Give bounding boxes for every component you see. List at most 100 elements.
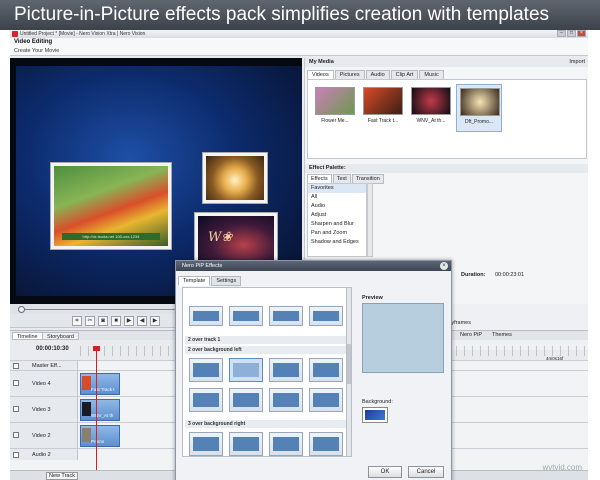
background-picker[interactable]	[362, 407, 388, 423]
effect-category-favorites[interactable]: Favorites	[308, 184, 366, 193]
template-group-header[interactable]: 3 over background right	[185, 420, 349, 428]
dialog-close-icon[interactable]: ×	[440, 262, 448, 270]
template-tile[interactable]	[229, 388, 263, 412]
mute-icon[interactable]	[13, 452, 19, 458]
step-back-icon[interactable]: ◀	[137, 316, 147, 326]
effect-category-shadow[interactable]: Shadow and Edges	[308, 238, 366, 247]
track-header: Video 2	[10, 423, 78, 448]
close-icon[interactable]: ×	[577, 30, 586, 37]
site-watermark: wvtvid.com	[542, 463, 582, 472]
template-tile-selected[interactable]	[229, 358, 263, 382]
template-preview-shape	[313, 363, 339, 377]
media-thumbnail	[460, 88, 500, 116]
pip-caption: http://ck.tsuda.net 100-xxx-1234	[62, 233, 160, 240]
my-media-title: My Media	[309, 59, 334, 65]
visibility-icon[interactable]	[13, 432, 19, 438]
cancel-button[interactable]: Cancel	[408, 466, 444, 478]
camera-icon[interactable]: ◙	[98, 316, 108, 326]
media-thumbnail	[363, 87, 403, 115]
maximize-icon[interactable]: □	[567, 30, 576, 37]
pip-effects-dialog: Nero PiP Effects × Template Settings 2 o…	[175, 260, 452, 480]
template-tile[interactable]	[309, 306, 343, 326]
stop-icon[interactable]: ■	[111, 316, 121, 326]
track-header: Audio 2	[10, 449, 78, 460]
step-forward-icon[interactable]: ▶	[150, 316, 160, 326]
duration-value: 00:00:23:01	[495, 272, 525, 278]
title-card-image: W❀	[198, 216, 274, 264]
themes-button[interactable]: Themes	[492, 330, 512, 340]
template-tile[interactable]	[309, 388, 343, 412]
effect-category-sharpen[interactable]: Sharpen and Blur	[308, 220, 366, 229]
template-tile[interactable]	[189, 388, 223, 412]
dialog-title: Nero PiP Effects	[182, 263, 223, 269]
tab-storyboard[interactable]: Storyboard	[42, 332, 79, 340]
expand-icon[interactable]	[13, 363, 19, 369]
visibility-icon[interactable]	[13, 380, 19, 386]
template-preview-shape	[273, 437, 299, 451]
scrollbar-thumb[interactable]	[347, 344, 351, 384]
template-preview-shape	[233, 363, 259, 377]
media-item[interactable]: Flower Me...	[312, 84, 358, 132]
template-tile[interactable]	[309, 432, 343, 456]
effect-category-adjust[interactable]: Adjust	[308, 211, 366, 220]
tab-timeline[interactable]: Timeline	[12, 332, 43, 340]
template-tile[interactable]	[189, 358, 223, 382]
tab-settings[interactable]: Settings	[211, 276, 242, 286]
template-tile[interactable]	[309, 358, 343, 382]
minimize-icon[interactable]: –	[557, 30, 566, 37]
template-tile[interactable]	[269, 388, 303, 412]
ok-button[interactable]: OK	[368, 466, 402, 478]
play-icon[interactable]: ▶	[124, 316, 134, 326]
effect-category-audio[interactable]: Audio	[308, 202, 366, 211]
timeline-clip[interactable]: Promo	[80, 425, 120, 447]
media-item-label: Flower Me...	[321, 118, 349, 124]
template-preview-shape	[193, 311, 219, 321]
scrub-handle[interactable]	[18, 306, 25, 313]
template-group-header[interactable]: 2 over track 1	[185, 336, 349, 344]
template-tile[interactable]	[269, 306, 303, 326]
nero-pip-button[interactable]: Nero PiP	[460, 330, 482, 340]
template-tile[interactable]	[189, 306, 223, 326]
section-title: Video Editing	[14, 39, 53, 45]
track-name: Video 2	[32, 433, 51, 439]
media-item[interactable]: Fast Track t...	[360, 84, 406, 132]
effect-list-scrollbar[interactable]	[367, 183, 373, 257]
window-controls: – □ ×	[557, 30, 586, 38]
template-preview-shape	[233, 311, 259, 321]
template-list-scrollbar[interactable]	[346, 287, 352, 457]
template-preview-shape	[313, 437, 339, 451]
pip-frame-main: http://ck.tsuda.net 100-xxx-1234	[50, 162, 172, 250]
import-button[interactable]: Import	[569, 58, 585, 67]
visibility-icon[interactable]	[13, 406, 19, 412]
timeline-clip[interactable]: WNV_At th	[80, 399, 120, 421]
media-item-label: Dft_Promo...	[464, 119, 494, 125]
effect-category-list: Favorites All Audio Adjust Sharpen and B…	[307, 183, 367, 257]
pip-frame-top	[202, 152, 268, 204]
duration-label: Duration:	[461, 272, 486, 278]
template-preview-shape	[193, 393, 219, 407]
crop-icon[interactable]: ⌗	[72, 316, 82, 326]
media-item[interactable]: WNV_At th...	[408, 84, 454, 132]
window-title: Untitled Project * [Movie] - Nero Vision…	[20, 31, 146, 37]
template-tile[interactable]	[229, 432, 263, 456]
effect-category-pan-zoom[interactable]: Pan and Zoom	[308, 229, 366, 238]
media-item-selected[interactable]: Dft_Promo...	[456, 84, 502, 132]
new-track-button[interactable]: New Track	[46, 472, 78, 480]
timeline-clip[interactable]: Fast Track t	[80, 373, 120, 395]
template-tile[interactable]	[189, 432, 223, 456]
template-group-header[interactable]: 2 over background left	[185, 346, 349, 354]
template-preview-shape	[193, 363, 219, 377]
nero-vision-window: Untitled Project * [Movie] - Nero Vision…	[10, 30, 588, 480]
clip-label: Promo	[91, 439, 105, 444]
track-header: Master Eff...	[10, 361, 78, 370]
media-grid: Flower Me... Fast Track t... WNV_At th..…	[307, 79, 587, 159]
timeline-timecode: 00:00:10:30	[36, 346, 69, 352]
effect-category-all[interactable]: All	[308, 193, 366, 202]
split-icon[interactable]: ✂	[85, 316, 95, 326]
template-tile[interactable]	[269, 358, 303, 382]
template-tile[interactable]	[229, 306, 263, 326]
tab-template[interactable]: Template	[178, 276, 211, 286]
media-item-label: WNV_At th...	[416, 118, 446, 124]
template-tile[interactable]	[269, 432, 303, 456]
window-titlebar: Untitled Project * [Movie] - Nero Vision…	[10, 30, 588, 38]
